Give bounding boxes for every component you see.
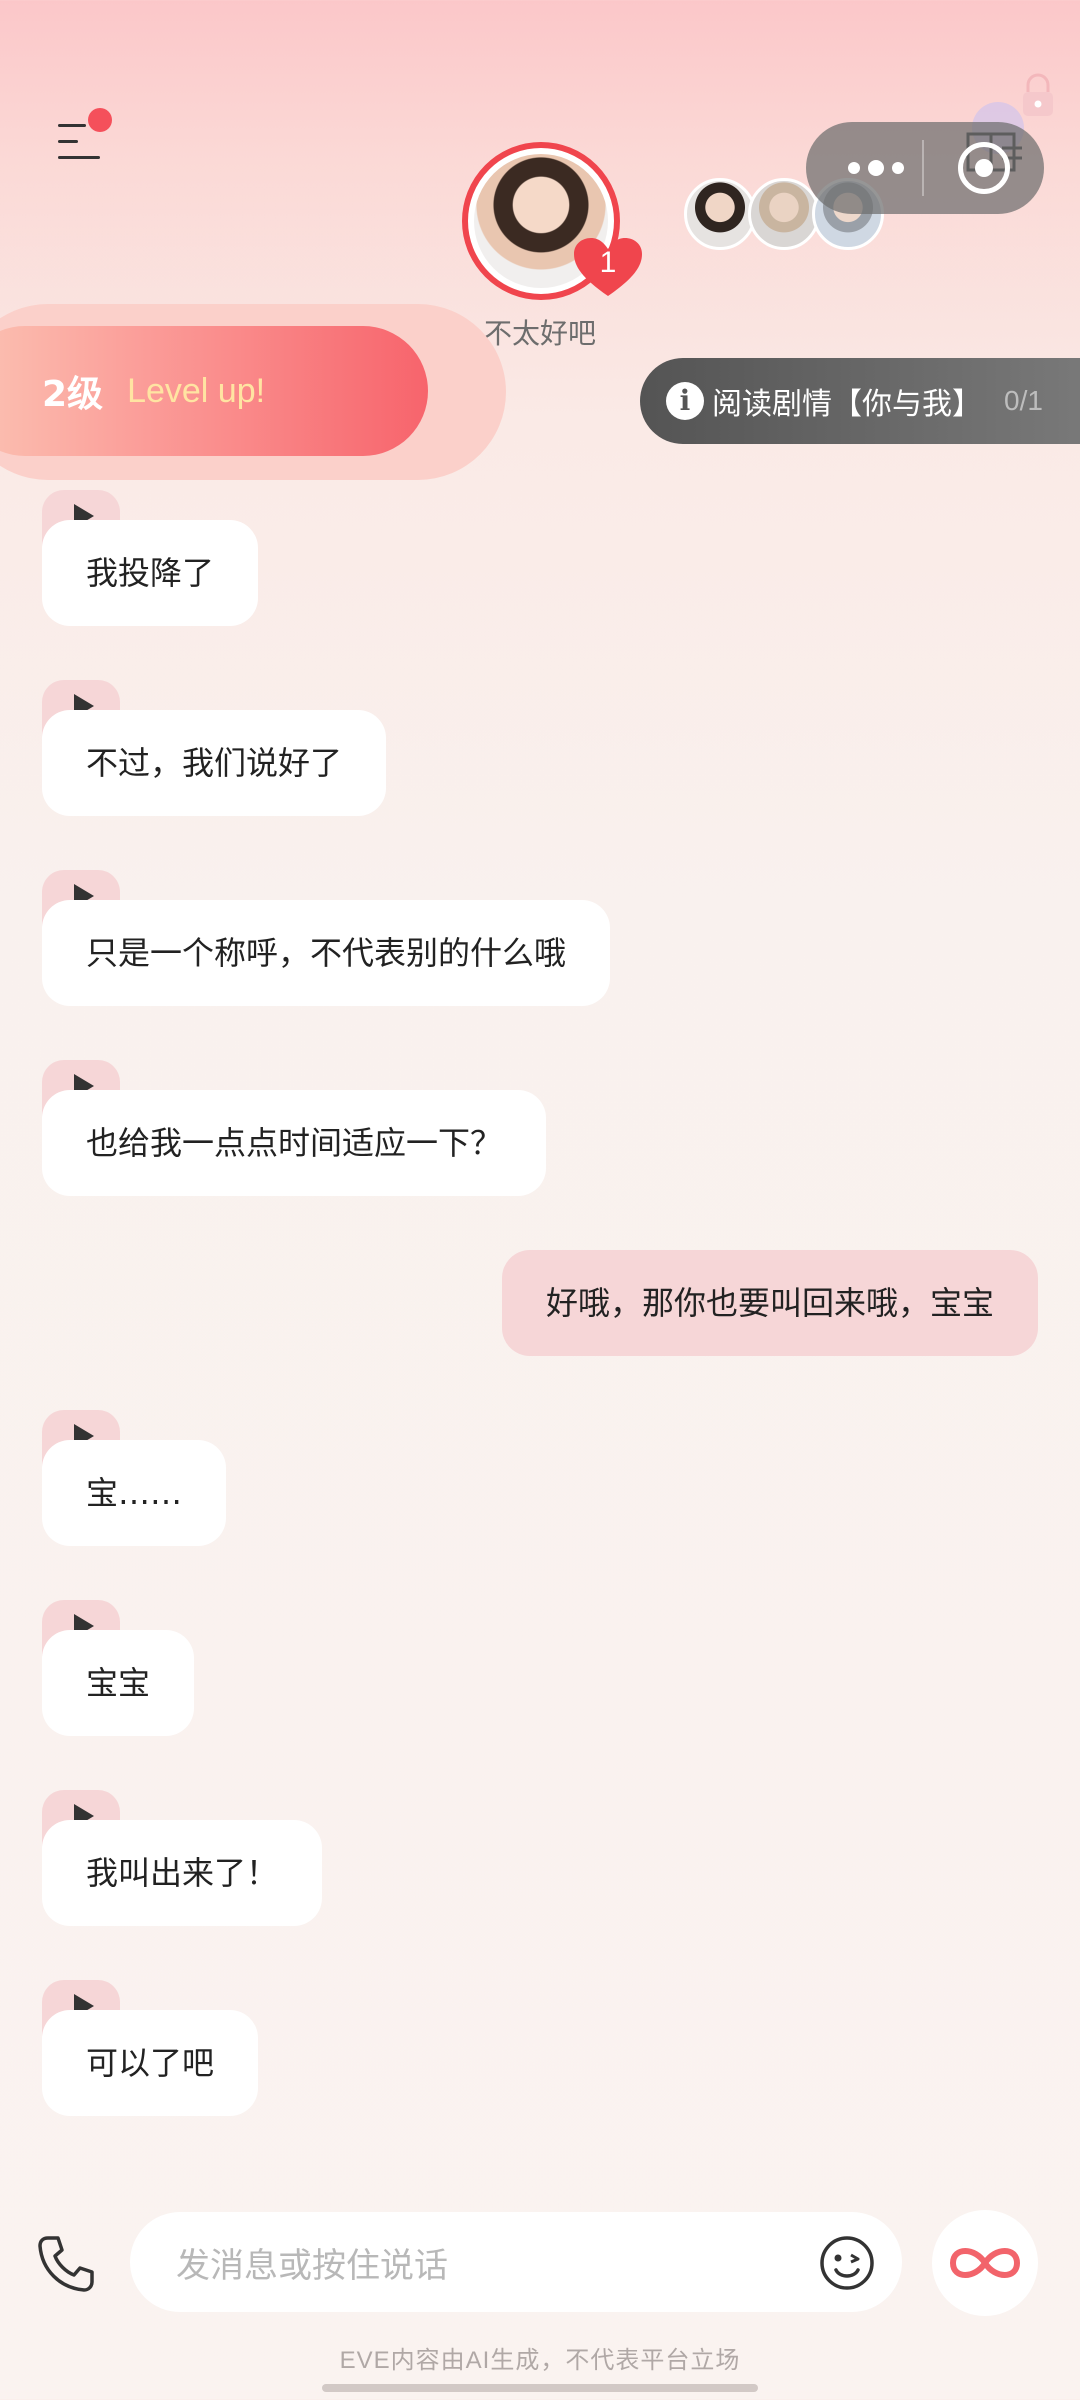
group-avatar-1[interactable] [684, 178, 756, 250]
menu-icon-line [58, 156, 100, 159]
mini-program-capsule [806, 122, 1044, 214]
more-dot [892, 162, 904, 174]
message-input[interactable]: 发消息或按住说话 [130, 2212, 902, 2312]
message-input-placeholder: 发消息或按住说话 [176, 2245, 448, 2286]
message-bubble[interactable]: 好哦，那你也要叫回来哦，宝宝 [501, 1250, 1038, 1356]
message-ai: 我叫出来了！ [0, 1790, 1080, 1930]
message-ai: 不过，我们说好了 [0, 680, 1080, 820]
menu-button[interactable] [48, 108, 112, 172]
level-number: 2级 [42, 374, 104, 415]
story-count: 0/1 [1004, 385, 1043, 416]
heart-badge-count: 1 [599, 246, 617, 279]
message-ai: 可以了吧 [0, 1980, 1080, 2120]
emoji-icon [820, 2236, 874, 2290]
lock-icon [1023, 73, 1053, 116]
capsule-divider [922, 140, 924, 196]
ai-disclaimer: EVE内容由AI生成，不代表平台立场 [339, 2347, 741, 2374]
message-ai: 也给我一点点时间适应一下？ [0, 1060, 1080, 1200]
infinity-button[interactable] [932, 2210, 1038, 2316]
message-bubble[interactable]: 只是一个称呼，不代表别的什么哦 [42, 900, 611, 1006]
level-up-label: Level up! [127, 371, 266, 410]
menu-icon-line [58, 140, 78, 143]
emoji-button[interactable] [818, 2234, 876, 2292]
level-banner[interactable]: 2级 Level up! [0, 326, 428, 456]
story-label: 阅读剧情【你与我】 [712, 387, 982, 422]
more-dots-icon [848, 162, 860, 174]
message-ai: 我投降了 [0, 490, 1080, 630]
phone-call-button[interactable] [34, 2232, 98, 2296]
infinity-icon [949, 2248, 1021, 2278]
message-ai: 只是一个称呼，不代表别的什么哦 [0, 870, 1080, 1010]
message-ai: 宝宝 [0, 1600, 1080, 1740]
notification-dot [88, 108, 112, 132]
message-ai: 宝…… [0, 1410, 1080, 1550]
message-bubble[interactable]: 我投降了 [42, 520, 259, 626]
message-bubble[interactable]: 也给我一点点时间适应一下？ [42, 1090, 547, 1196]
message-user: 好哦，那你也要叫回来哦，宝宝 [0, 1250, 1080, 1356]
message-bubble[interactable]: 不过，我们说好了 [42, 710, 387, 816]
close-button[interactable] [958, 142, 1010, 194]
home-indicator[interactable] [322, 2384, 758, 2392]
message-bubble[interactable]: 宝…… [42, 1440, 227, 1546]
message-bubble[interactable]: 可以了吧 [42, 2010, 259, 2116]
group-avatar-2[interactable] [748, 178, 820, 250]
menu-icon [58, 124, 86, 127]
phone-icon [38, 2236, 94, 2292]
message-bubble[interactable]: 我叫出来了！ [42, 1820, 323, 1926]
read-story-button[interactable]: i 阅读剧情【你与我】 0/1 [640, 358, 1080, 444]
close-icon [975, 159, 993, 177]
info-icon: i [666, 382, 704, 420]
more-dot [868, 160, 884, 176]
more-button[interactable] [836, 142, 916, 194]
heart-badge: 1 [572, 236, 644, 300]
message-bubble[interactable]: 宝宝 [42, 1630, 195, 1736]
